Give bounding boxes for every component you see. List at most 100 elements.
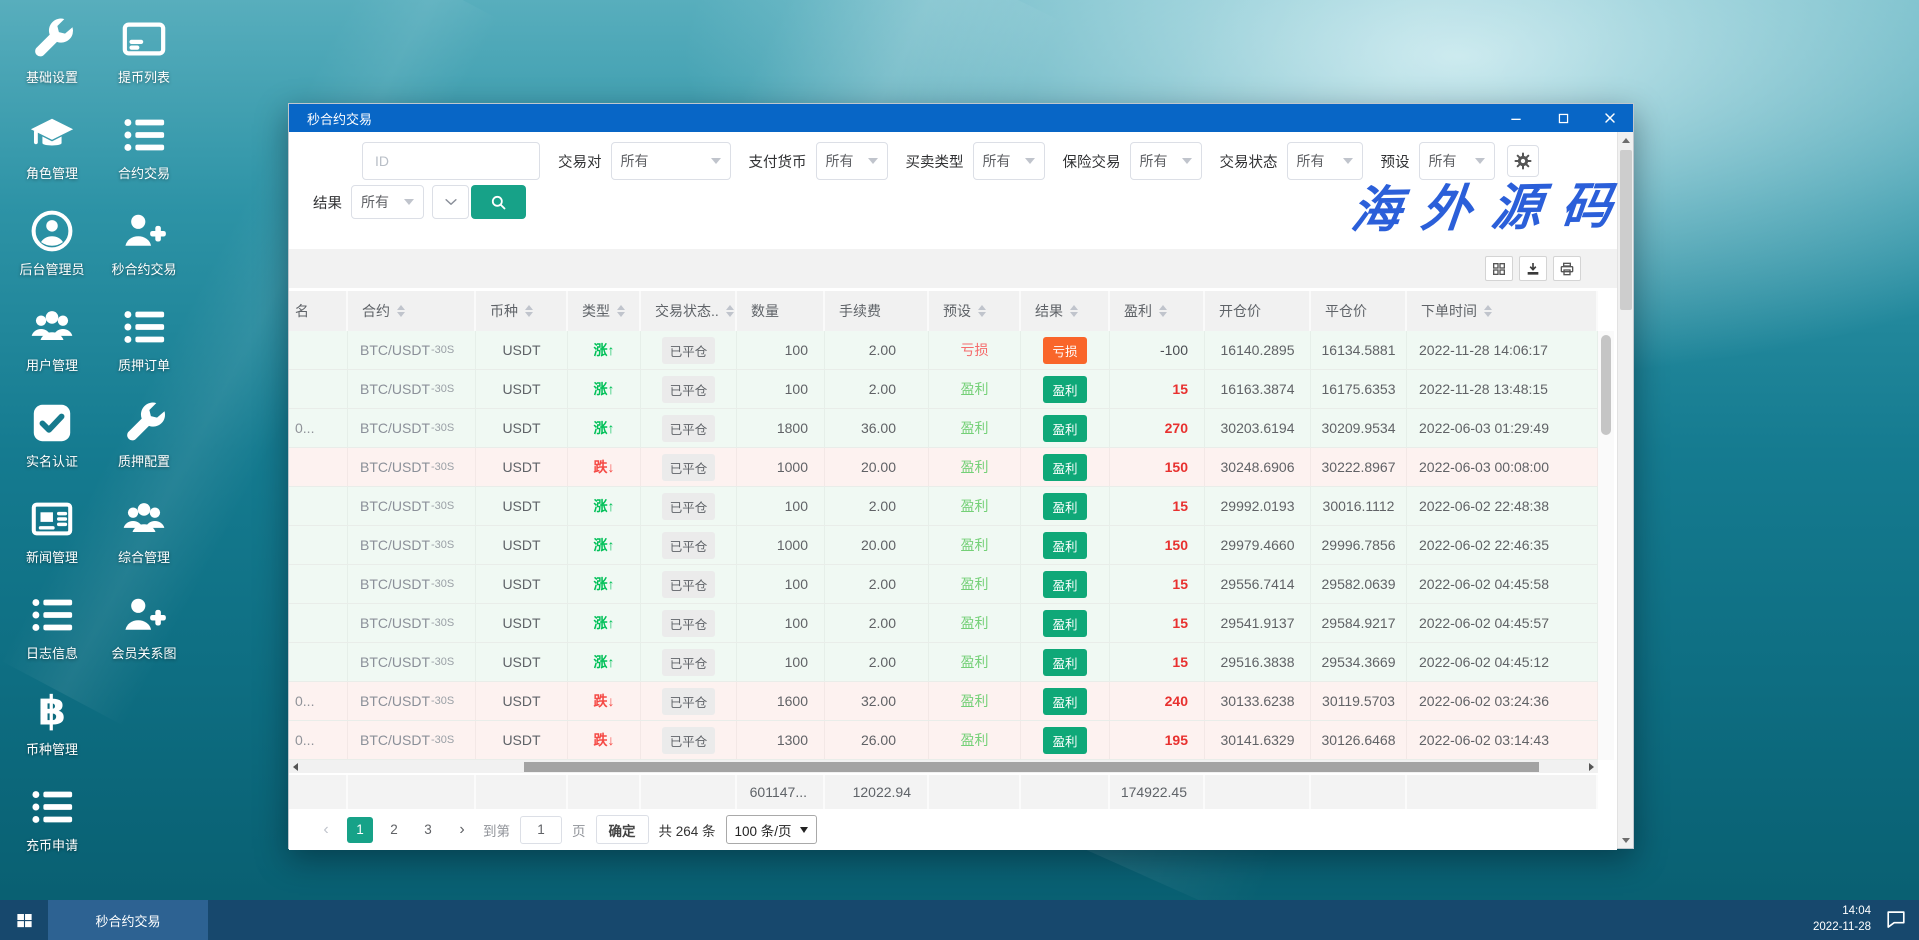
desktop-shortcut[interactable]: 充币申请 [8,780,96,876]
sort-icon[interactable] [617,305,625,317]
profit-value: 195 [1164,732,1188,748]
cell-username [289,643,348,681]
cell-close-price: 29584.9217 [1311,604,1407,642]
admin-user-icon [29,208,75,254]
page-size-select[interactable]: 100 条/页 [725,815,817,844]
summary-close-price [1311,775,1407,809]
window-vertical-scrollbar[interactable] [1617,132,1633,848]
close-button[interactable] [1601,109,1619,127]
filter-select-5[interactable]: 所有 [1286,142,1363,180]
desktop-shortcut[interactable]: 秒合约交易 [100,204,188,300]
horizontal-scrollbar[interactable] [289,760,1598,773]
header-preset[interactable]: 预设 [929,291,1021,331]
scroll-left-arrow[interactable] [289,760,302,773]
notifications-button[interactable] [1885,908,1909,932]
result-badge: 盈利 [1043,648,1087,676]
cell-profit: 240 [1110,682,1205,720]
header-coin[interactable]: 币种 [476,291,568,331]
sort-icon[interactable] [1159,305,1167,317]
header-type[interactable]: 类型 [568,291,641,331]
header-status[interactable]: 交易状态.. [641,291,737,331]
filter-pair: 交易对 所有 [558,142,731,180]
cell-result: 盈利 [1021,682,1110,720]
filter-select-4[interactable]: 所有 [1129,142,1202,180]
scroll-right-arrow[interactable] [1585,760,1598,773]
cell-type: 涨↑ [568,604,641,642]
desktop-shortcut[interactable]: 新闻管理 [8,492,96,588]
cell-quantity: 100 [737,604,825,642]
profit-value: 15 [1172,381,1188,397]
gear-icon [1513,151,1533,171]
search-button[interactable] [471,185,526,219]
contract-period: -30S [431,539,455,551]
scroll-down-arrow[interactable] [1618,832,1634,848]
desktop-shortcut[interactable]: 后台管理员 [8,204,96,300]
maximize-button[interactable] [1554,109,1572,127]
table-header-row: 名 合约 币种 类型 交易状态.. 数量 手续费 预设 结果 盈利 开仓价 平仓价 下单时间 [289,291,1598,331]
header-label: 手续费 [839,303,881,319]
filter-select-1[interactable]: 所有 [610,142,731,180]
desktop-shortcut[interactable]: 综合管理 [100,492,188,588]
page-number-1[interactable]: 1 [347,816,373,843]
settings-gear-button[interactable] [1506,145,1539,177]
expand-filters-button[interactable] [432,185,469,219]
export-button[interactable] [1519,256,1547,281]
goto-page-input[interactable] [520,815,562,844]
desktop-shortcut[interactable]: 会员关系图 [100,588,188,684]
start-button[interactable] [0,900,48,940]
scroll-up-arrow[interactable] [1618,132,1634,148]
cell-quantity: 100 [737,487,825,525]
filter-select-6[interactable]: 所有 [1418,142,1495,180]
taskbar-item-active[interactable]: 秒合约交易 [48,900,208,940]
cell-username [289,565,348,603]
header-contract[interactable]: 合约 [348,291,476,331]
sort-icon[interactable] [978,305,986,317]
card-icon [121,16,167,62]
desktop-shortcut[interactable]: 角色管理 [8,108,96,204]
print-button[interactable] [1553,256,1581,281]
page-number-3[interactable]: 3 [415,817,441,843]
cell-coin: USDT [476,409,568,447]
trend-down: 跌↓ [593,732,615,748]
desktop-shortcut[interactable]: 日志信息 [8,588,96,684]
cell-profit: 195 [1110,721,1205,759]
header-order-time[interactable]: 下单时间 [1407,291,1598,331]
sort-icon[interactable] [1070,305,1078,317]
header-profit[interactable]: 盈利 [1110,291,1205,331]
result-filter-select[interactable]: 所有 [351,185,424,219]
id-input[interactable] [362,142,540,180]
sort-icon[interactable] [1484,305,1492,317]
cell-contract: BTC/USDT -30S [348,331,476,369]
desktop-shortcut[interactable]: 合约交易 [100,108,188,204]
desktop-shortcut[interactable]: 提币列表 [100,12,188,108]
sort-icon[interactable] [725,305,734,317]
header-result[interactable]: 结果 [1021,291,1110,331]
next-page-button[interactable]: › [451,821,473,839]
window-vertical-scrollbar-thumb[interactable] [1620,150,1632,310]
confirm-page-button[interactable]: 确定 [595,815,649,844]
desktop-shortcut[interactable]: 实名认证 [8,396,96,492]
desktop-shortcut[interactable]: 质押配置 [100,396,188,492]
desktop-shortcut[interactable]: 质押订单 [100,300,188,396]
table-vertical-scrollbar-thumb[interactable] [1601,335,1611,435]
sort-icon[interactable] [525,305,533,317]
table-vertical-scrollbar[interactable] [1598,331,1614,760]
desktop-shortcut-label: 实名认证 [25,454,78,469]
page-number-2[interactable]: 2 [381,817,407,843]
preset-value: 盈利 [960,732,989,748]
horizontal-scrollbar-thumb[interactable] [524,761,1539,772]
desktop-shortcut-label: 合约交易 [117,166,170,181]
minimize-button[interactable] [1507,109,1525,127]
filter-select-3[interactable]: 所有 [972,142,1045,180]
filter-pair: 保险交易 所有 [1063,142,1202,180]
sort-icon[interactable] [397,305,405,317]
desktop-shortcut[interactable]: 币种管理 [8,684,96,780]
cell-order-time: 2022-06-02 04:45:12 [1407,643,1598,681]
prev-page-button[interactable]: ‹ [315,821,337,839]
contract-name: BTC/USDT [360,615,430,631]
column-settings-button[interactable] [1485,256,1513,281]
status-badge: 已平仓 [661,687,716,715]
filter-select-2[interactable]: 所有 [815,142,888,180]
desktop-shortcut[interactable]: 用户管理 [8,300,96,396]
desktop-shortcut[interactable]: 基础设置 [8,12,96,108]
